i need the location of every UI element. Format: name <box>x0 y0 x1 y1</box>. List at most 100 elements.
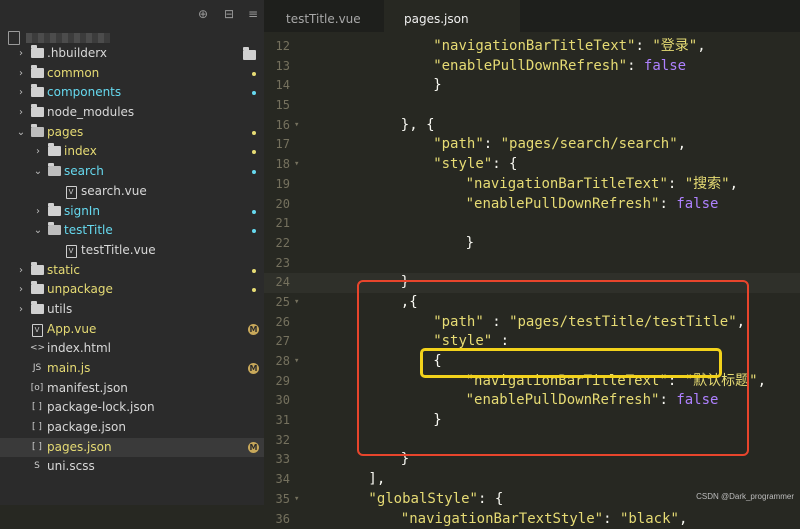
folder-icon <box>30 103 44 123</box>
tree-item-unpackage[interactable]: › unpackage <box>0 280 264 300</box>
git-status-dot <box>252 229 256 233</box>
folder-icon <box>30 83 44 103</box>
tree-item-uni-scss[interactable]: Suni.scss <box>0 457 264 477</box>
chevron-right-icon[interactable]: › <box>16 64 26 84</box>
code-line[interactable]: 14} <box>264 76 800 96</box>
tree-item-label: unpackage <box>47 280 113 300</box>
menu-icon[interactable]: ≡ <box>246 7 260 21</box>
tree-item-label: package.json <box>47 418 126 438</box>
fold-toggle-icon[interactable]: ▾ <box>294 116 299 136</box>
tree-item-hbuilderx[interactable]: ›.hbuilderx <box>0 44 264 64</box>
code-line[interactable]: 15 <box>264 96 800 116</box>
file-icon: JS <box>30 359 44 379</box>
code-text: "enablePullDownRefresh": false <box>466 195 719 215</box>
chevron-right-icon[interactable]: › <box>33 142 43 162</box>
tree-item-pages-json[interactable]: [ ]pages.jsonM <box>0 438 264 458</box>
chevron-right-icon[interactable]: › <box>16 261 26 281</box>
chevron-right-icon[interactable]: › <box>16 103 26 123</box>
code-text: "navigationBarTitleText": "搜索", <box>466 175 738 195</box>
line-number: 22 <box>264 234 290 254</box>
tree-item-utils[interactable]: ›utils <box>0 300 264 320</box>
tree-item-manifest-json[interactable]: [o]manifest.json <box>0 379 264 399</box>
tree-item-label: package-lock.json <box>47 398 155 418</box>
fold-toggle-icon[interactable]: ▾ <box>294 352 299 372</box>
tab-pages-json[interactable]: pages.json <box>384 0 520 32</box>
hbuilderx-window: ⊕ ⊟ ≡ ›.hbuilderx›common›components›node… <box>0 0 800 505</box>
chevron-down-icon[interactable]: ⌄ <box>33 162 43 182</box>
target-icon[interactable]: ⊕ <box>196 7 210 21</box>
chevron-right-icon[interactable]: › <box>16 300 26 320</box>
code-line[interactable]: 12"navigationBarTitleText": "登录", <box>264 37 800 57</box>
tree-item-testtitle[interactable]: ⌄testTitle <box>0 221 264 241</box>
tree-item-app-vue[interactable]: VApp.vueM <box>0 320 264 340</box>
tree-item-label: search.vue <box>81 182 147 202</box>
file-icon: V <box>64 241 78 261</box>
line-number: 31 <box>264 411 290 431</box>
project-explorer: ⊕ ⊟ ≡ ›.hbuilderx›common›components›node… <box>0 0 264 505</box>
code-line[interactable]: 17"path": "pages/search/search", <box>264 135 800 155</box>
tree-item-package-lock-json[interactable]: [ ]package-lock.json <box>0 398 264 418</box>
line-number: 17 <box>264 135 290 155</box>
chevron-down-icon[interactable]: ⌄ <box>33 221 43 241</box>
line-number: 27 <box>264 332 290 352</box>
tree-item-index-html[interactable]: <>index.html <box>0 339 264 359</box>
file-icon: S <box>30 457 44 477</box>
tree-item-main-js[interactable]: JSmain.jsM <box>0 359 264 379</box>
tree-item-label: static <box>47 261 80 281</box>
code-line[interactable]: 19"navigationBarTitleText": "搜索", <box>264 175 800 195</box>
code-line[interactable]: 13"enablePullDownRefresh": false <box>264 57 800 77</box>
tree-item-pages[interactable]: ⌄pages <box>0 123 264 143</box>
line-number: 25 <box>264 293 290 313</box>
tree-item-node-modules[interactable]: ›node_modules <box>0 103 264 123</box>
explorer-toolbar: ⊕ ⊟ ≡ <box>0 0 264 30</box>
chevron-right-icon[interactable]: › <box>16 83 26 103</box>
chevron-down-icon[interactable]: ⌄ <box>16 123 26 143</box>
git-status-dot <box>252 288 256 292</box>
fold-toggle-icon[interactable]: ▾ <box>294 490 299 510</box>
tree-item-common[interactable]: ›common <box>0 64 264 84</box>
folder-icon <box>30 300 44 320</box>
chevron-right-icon[interactable]: › <box>16 280 26 300</box>
code-line[interactable]: 20 "enablePullDownRefresh": false <box>264 195 800 215</box>
line-number: 15 <box>264 96 290 116</box>
tree-item-testtitle-vue[interactable]: VtestTitle.vue <box>0 241 264 261</box>
line-number: 12 <box>264 37 290 57</box>
chevron-right-icon[interactable]: › <box>16 44 26 64</box>
line-number: 26 <box>264 313 290 333</box>
line-number: 28 <box>264 352 290 372</box>
chevron-right-icon[interactable]: › <box>33 202 43 222</box>
tree-item-static[interactable]: › static <box>0 261 264 281</box>
line-number: 36 <box>264 510 290 529</box>
tree-item-components[interactable]: › components <box>0 83 264 103</box>
tree-item-label: manifest.json <box>47 379 128 399</box>
tree-item-label: components <box>47 83 121 103</box>
line-number: 32 <box>264 431 290 451</box>
code-line[interactable]: 18▾"style": { <box>264 155 800 175</box>
code-line[interactable]: 21 <box>264 214 800 234</box>
code-text: } <box>433 76 441 96</box>
code-line[interactable]: 34], <box>264 470 800 490</box>
code-line[interactable]: 16▾}, { <box>264 116 800 136</box>
tree-item-search[interactable]: ⌄search <box>0 162 264 182</box>
line-number: 30 <box>264 391 290 411</box>
code-text: "style": { <box>433 155 517 175</box>
folder-icon <box>30 280 44 300</box>
tree-item-label: index <box>64 142 97 162</box>
fold-toggle-icon[interactable]: ▾ <box>294 155 299 175</box>
tab-testtitle-vue[interactable]: testTitle.vue <box>266 0 381 32</box>
code-line[interactable]: 23 <box>264 254 800 274</box>
tree-item-search-vue[interactable]: Vsearch.vue <box>0 182 264 202</box>
tree-item-index[interactable]: › index <box>0 142 264 162</box>
fold-toggle-icon[interactable]: ▾ <box>294 293 299 313</box>
code-line[interactable]: 22} <box>264 234 800 254</box>
modified-badge: M <box>248 442 259 453</box>
file-icon: V <box>30 320 44 340</box>
folder-open-icon <box>30 123 44 143</box>
collapse-icon[interactable]: ⊟ <box>222 7 236 21</box>
line-number: 20 <box>264 195 290 215</box>
tree-item-package-json[interactable]: [ ]package.json <box>0 418 264 438</box>
tree-item-signin[interactable]: ›signIn <box>0 202 264 222</box>
file-icon: <> <box>30 339 44 359</box>
line-number: 24 <box>264 273 290 293</box>
code-line[interactable]: 36"navigationBarTextStyle": "black", <box>264 510 800 529</box>
